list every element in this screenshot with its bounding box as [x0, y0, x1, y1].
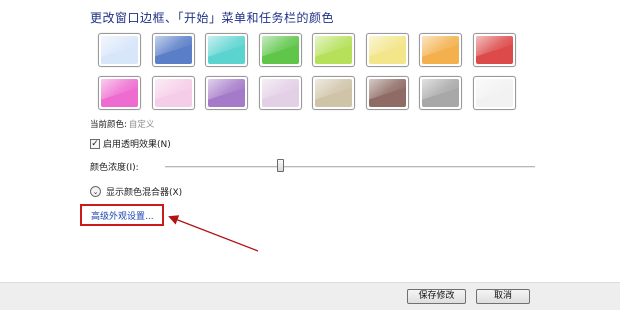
advanced-appearance-link[interactable]: 高级外观设置... — [91, 209, 154, 222]
current-color-value: 自定义 — [128, 120, 155, 130]
cancel-button[interactable]: 取消 — [476, 289, 530, 304]
color-swatch-fill — [101, 36, 138, 64]
color-swatch-lavender[interactable] — [258, 76, 302, 110]
color-swatch-blush[interactable] — [151, 76, 195, 110]
color-swatch-violet[interactable] — [205, 76, 248, 110]
color-swatch-fill — [422, 79, 459, 107]
color-swatch-fill — [154, 79, 192, 107]
color-swatch-fill — [475, 36, 513, 64]
color-swatch-grid — [98, 33, 522, 113]
color-swatch-chocolate[interactable] — [365, 76, 409, 110]
chevron-down-icon[interactable]: ⌄ — [90, 186, 101, 197]
color-swatch-twilight[interactable] — [151, 33, 195, 67]
color-swatch-sky[interactable] — [98, 33, 141, 67]
personalization-color-page: 更改窗口边框、「开始」菜单和任务栏的颜色 当前颜色: 自定义 ✓ 启用透明效果(N… — [0, 0, 620, 310]
color-swatch-ruby[interactable] — [472, 33, 516, 67]
color-swatch-pumpkin[interactable] — [419, 33, 462, 67]
color-swatch-fill — [208, 36, 245, 64]
slider-thumb[interactable] — [276, 159, 284, 172]
transparency-option[interactable]: ✓ 启用透明效果(N) — [90, 137, 171, 150]
color-swatch-fill — [315, 79, 352, 107]
color-swatch-lemon[interactable] — [365, 33, 409, 67]
color-mixer-toggle[interactable]: ⌄ 显示颜色混合器(X) — [90, 185, 182, 198]
slider-track[interactable] — [165, 166, 535, 168]
color-swatch-fill — [368, 79, 406, 107]
current-color-row: 当前颜色: 自定义 — [90, 118, 154, 130]
transparency-checkbox[interactable]: ✓ — [90, 138, 100, 149]
color-swatch-fill — [475, 79, 513, 107]
color-swatch-slate[interactable] — [419, 76, 462, 110]
color-swatch-fill — [154, 36, 192, 64]
color-swatch-fill — [315, 36, 352, 64]
color-swatch-fill — [101, 79, 138, 107]
color-swatch-sea[interactable] — [205, 33, 248, 67]
color-swatch-lime[interactable] — [312, 33, 355, 67]
color-swatch-fill — [208, 79, 245, 107]
color-swatch-fill — [368, 36, 406, 64]
color-intensity-slider[interactable] — [165, 159, 535, 172]
color-swatch-leaf[interactable] — [258, 33, 302, 67]
color-swatch-taupe[interactable] — [312, 76, 355, 110]
save-changes-button[interactable]: 保存修改 — [407, 289, 466, 304]
color-swatch-frost[interactable] — [472, 76, 516, 110]
color-swatch-fuchsia[interactable] — [98, 76, 141, 110]
color-intensity-label: 颜色浓度(I): — [90, 163, 139, 173]
color-swatch-fill — [261, 36, 299, 64]
color-swatch-fill — [261, 79, 299, 107]
current-color-label: 当前颜色: — [90, 120, 127, 130]
transparency-label[interactable]: 启用透明效果(N) — [103, 137, 171, 150]
color-swatch-fill — [422, 36, 459, 64]
page-heading: 更改窗口边框、「开始」菜单和任务栏的颜色 — [90, 11, 335, 25]
color-mixer-label[interactable]: 显示颜色混合器(X) — [106, 185, 182, 198]
annotation-arrow-line — [168, 215, 259, 252]
